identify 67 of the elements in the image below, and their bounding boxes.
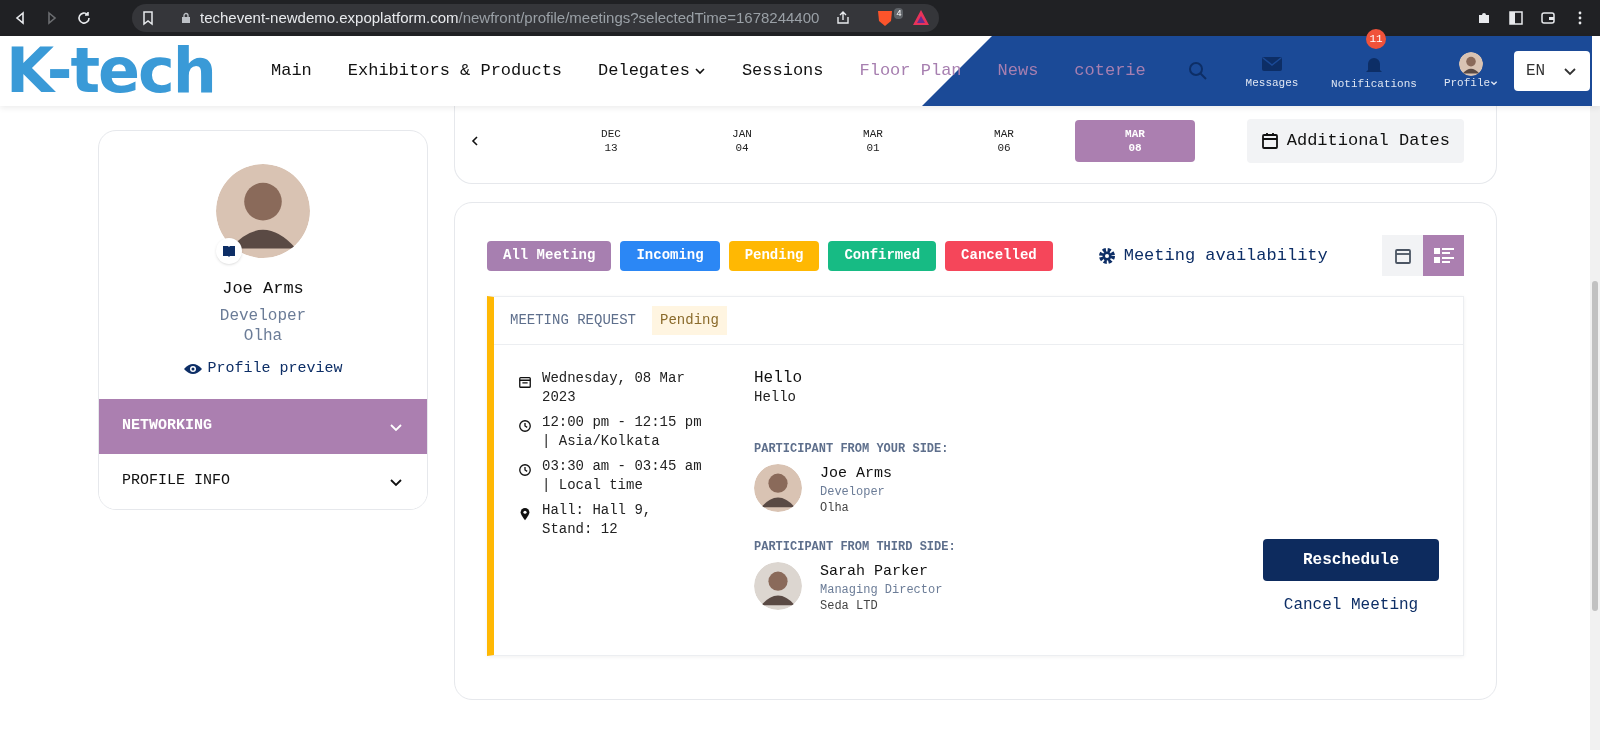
participant-job-title: Developer	[820, 484, 886, 500]
reload-icon[interactable]	[76, 10, 92, 26]
chevron-left-icon[interactable]	[469, 134, 481, 147]
shield-badge: 4	[894, 8, 904, 19]
nav-link[interactable]: Main	[271, 58, 312, 84]
profile-avatar	[1459, 52, 1483, 76]
location-pin-icon	[518, 507, 532, 521]
sidebar-icon[interactable]	[1508, 10, 1524, 26]
meeting-detail: 03:30 am - 03:45 am | Local time	[542, 457, 703, 495]
meeting-availability-link[interactable]: Meeting availability	[1097, 242, 1328, 269]
list-icon	[1432, 246, 1455, 265]
extensions-icon[interactable]	[1476, 10, 1492, 26]
calendar-icon	[518, 375, 532, 389]
participant-heading: PARTICIPANT FROM THIRD SIDE:	[754, 539, 956, 556]
participant-name: Sarah Parker	[820, 562, 930, 582]
meeting-message: Hello	[754, 388, 797, 406]
settings-icon	[1097, 246, 1116, 265]
wallet-icon[interactable]	[1540, 10, 1556, 26]
bookmark-icon[interactable]	[140, 10, 156, 26]
profile-name: Joe Arms	[222, 278, 304, 300]
meeting-title: Hello	[754, 369, 803, 388]
language-select[interactable]: EN	[1514, 51, 1590, 91]
triangle-icon[interactable]	[911, 8, 932, 28]
participant-heading: PARTICIPANT FROM YOUR SIDE:	[754, 441, 950, 458]
participant-company: Olha	[820, 500, 850, 516]
nav-link[interactable]: Delegates	[598, 58, 706, 84]
filter-button[interactable]: Cancelled	[945, 240, 1053, 271]
share-icon[interactable]	[835, 10, 852, 26]
status-badge: Pending	[652, 306, 727, 335]
nav-label[interactable]: Notifications	[1331, 77, 1417, 91]
participant-avatar	[754, 562, 802, 610]
participant-name: Joe Arms	[820, 464, 892, 484]
scrollbar-thumb[interactable]	[1592, 281, 1598, 611]
filter-button[interactable]: Incoming	[620, 240, 720, 271]
nav-label[interactable]: Profile	[1443, 76, 1491, 90]
nav-label[interactable]: Messages	[1245, 76, 1299, 90]
url-domain: techevent-newdemo.expoplatform.com	[200, 7, 459, 28]
nav-link[interactable]: Sessions	[741, 58, 824, 84]
address-bar[interactable]: techevent-newdemo.expoplatform.com/newfront/profile/meetings?selectedTime=1678244400 4	[132, 4, 940, 32]
caret-icon	[1490, 79, 1499, 87]
meeting-detail: Wednesday, 08 Mar 2023	[542, 369, 686, 407]
url-path: /newfront/profile/meetings?selectedTime=1678244400	[458, 7, 820, 28]
calendar-icon	[1393, 246, 1412, 265]
nav-link[interactable]: Exhibitors & Products	[347, 58, 563, 84]
participant-avatar	[754, 464, 802, 512]
clock-icon	[518, 419, 532, 433]
meeting-type: MEETING REQUEST	[510, 311, 637, 330]
profile-job-title: Developer	[219, 305, 307, 326]
participant-job-title: Managing Director	[820, 582, 943, 598]
profile-company: Olha	[243, 325, 283, 346]
date-tab[interactable]: DEC 13	[551, 119, 671, 162]
book-icon	[222, 245, 236, 257]
calendar-view-button[interactable]	[1382, 235, 1423, 276]
clock-icon	[518, 463, 532, 477]
calendar-icon	[1260, 131, 1279, 150]
additional-dates-button[interactable]: Additional Dates	[1246, 118, 1464, 163]
profile-preview-link[interactable]: Profile preview	[183, 357, 343, 380]
date-tab[interactable]: JAN 04	[682, 119, 802, 162]
participant-company: Seda LTD	[820, 598, 879, 614]
reschedule-button[interactable]: Reschedule	[1263, 539, 1439, 581]
meeting-detail: 12:00 pm - 12:15 pm | Asia/Kolkata	[542, 413, 703, 451]
cancel-meeting-link[interactable]: Cancel Meeting	[1283, 593, 1419, 617]
meeting-detail: Hall: Hall 9, Stand: 12	[542, 501, 653, 539]
date-tab[interactable]: MAR 06	[944, 119, 1064, 162]
lock-icon	[180, 12, 192, 24]
list-view-button[interactable]	[1423, 235, 1464, 276]
date-tab[interactable]: MAR 01	[813, 119, 933, 162]
